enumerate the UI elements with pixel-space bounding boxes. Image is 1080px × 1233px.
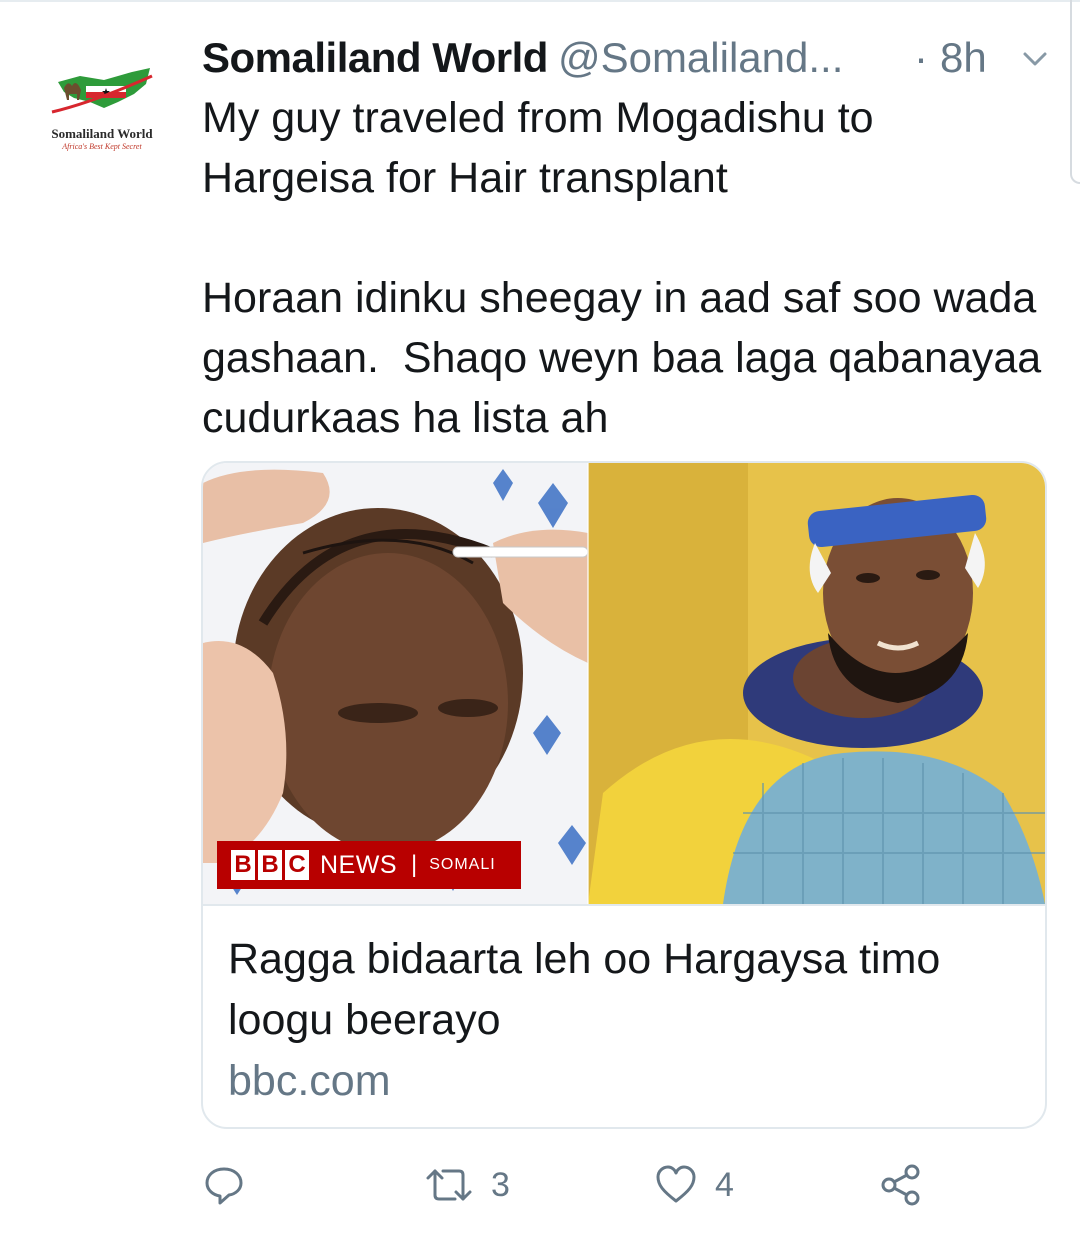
- news-photo-icon: [203, 463, 1045, 904]
- heart-icon: [656, 1165, 696, 1203]
- share-button[interactable]: [880, 1155, 940, 1215]
- scrollbar[interactable]: [1070, 0, 1080, 184]
- top-divider: [0, 0, 1080, 2]
- bbc-separator: |: [411, 851, 418, 878]
- chevron-down-icon[interactable]: [1020, 44, 1050, 74]
- retweet-button[interactable]: 3: [425, 1155, 510, 1215]
- author-handle[interactable]: @Somaliland...: [558, 34, 843, 81]
- share-icon: [881, 1164, 920, 1206]
- avatar-brand-text: Somaliland World: [51, 126, 153, 141]
- reply-icon: [205, 1167, 243, 1205]
- avatar[interactable]: Somaliland World Africa's Best Kept Secr…: [34, 62, 170, 162]
- bbc-letter-2: B: [258, 850, 282, 880]
- reply-button[interactable]: [203, 1155, 263, 1215]
- avatar-tagline-text: Africa's Best Kept Secret: [62, 142, 142, 151]
- like-count: 4: [715, 1165, 734, 1204]
- tweet-header: Somaliland World @Somaliland... · 8h: [202, 30, 1062, 86]
- bbc-news-text: NEWS: [320, 850, 397, 879]
- tweet-text: My guy traveled from Mogadishu to Hargei…: [202, 94, 1042, 442]
- link-card[interactable]: B B C NEWS | SOMALI Ragga bidaarta leh o…: [201, 461, 1047, 1129]
- bbc-news-somali-badge: B B C NEWS | SOMALI: [217, 841, 521, 889]
- somaliland-map-logo-icon: [51, 68, 153, 114]
- retweet-icon: [426, 1169, 472, 1201]
- bbc-letter-3: C: [285, 850, 309, 880]
- tweet-action-bar: 3 4: [0, 1155, 1080, 1215]
- author-display-name[interactable]: Somaliland World: [202, 34, 548, 81]
- retweet-count: 3: [491, 1165, 510, 1204]
- bbc-letter-1: B: [231, 850, 255, 880]
- bbc-section-text: SOMALI: [429, 856, 496, 873]
- card-title[interactable]: Ragga bidaarta leh oo Hargaysa timo loog…: [228, 929, 1028, 1051]
- time-separator: ·: [914, 34, 928, 81]
- like-button[interactable]: 4: [655, 1155, 734, 1215]
- card-divider: [203, 904, 1045, 906]
- card-image[interactable]: B B C NEWS | SOMALI: [203, 463, 1045, 904]
- card-domain[interactable]: bbc.com: [228, 1051, 391, 1111]
- tweet-timestamp[interactable]: 8h: [940, 30, 987, 86]
